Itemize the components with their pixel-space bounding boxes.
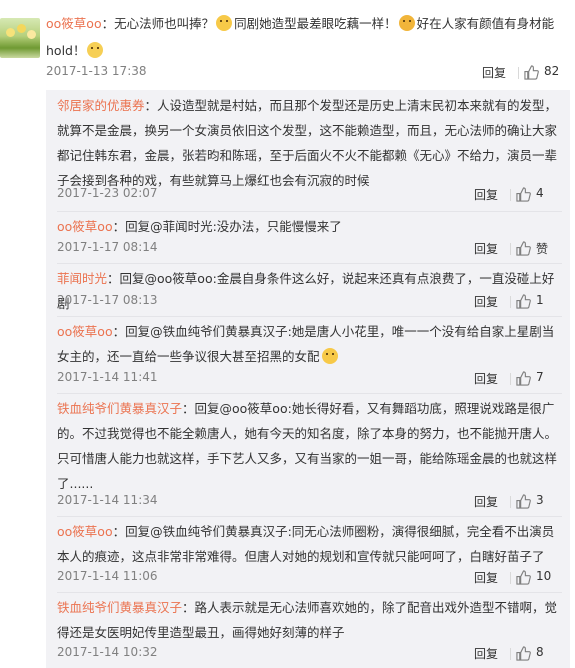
reply-username[interactable]: 菲闻时光: [57, 271, 107, 286]
divider: [510, 373, 511, 385]
like-count: 3: [536, 493, 544, 507]
reply-username[interactable]: 邻居家的优惠券: [57, 98, 145, 113]
avatar[interactable]: [0, 18, 40, 58]
reply-time: 2017-1-14 11:06: [57, 569, 158, 583]
like-count: 82: [544, 64, 560, 78]
reply-button[interactable]: 回复: [474, 645, 498, 662]
reply-username[interactable]: oo筱草oo: [57, 324, 113, 339]
reply-username[interactable]: oo筱草oo: [57, 219, 113, 234]
reply-item: 铁血纯爷们黄暴真汉子：路人表示就是无心法师喜欢她的，除了配音出戏外造型不错啊，觉…: [57, 595, 562, 661]
reply-time: 2017-1-17 08:14: [57, 240, 158, 254]
like-count: 赞: [536, 242, 549, 256]
comment-meta: 2017-1-13 17:38 回复 82: [46, 64, 570, 84]
reply-button[interactable]: 回复: [474, 240, 498, 257]
reply-button[interactable]: 回复: [474, 186, 498, 203]
reply-divider: [57, 516, 562, 517]
divider: [510, 648, 511, 660]
reply-time: 2017-1-23 02:07: [57, 186, 158, 200]
divider: [510, 296, 511, 308]
reply-meta: 2017-1-14 11:41 回复 7: [57, 370, 562, 390]
divider: [510, 243, 511, 255]
reply-divider: [57, 211, 562, 212]
reply-meta: 2017-1-23 02:07 回复 4: [57, 186, 562, 206]
thumbs-up-icon: [516, 494, 531, 509]
reply-meta: 2017-1-14 11:34 回复 3: [57, 493, 562, 513]
reply-button[interactable]: 回复: [474, 493, 498, 510]
reply-item: oo筱草oo：回复@菲闻时光:没办法，只能慢慢来了 2017-1-17 08:1…: [57, 214, 562, 256]
reply-item: oo筱草oo：回复@铁血纯爷们黄暴真汉子:她是唐人小花里，唯一一个没有给自家上星…: [57, 319, 562, 386]
reply-divider: [57, 316, 562, 317]
divider: [510, 572, 511, 584]
like-count: 8: [536, 645, 544, 659]
reply-username[interactable]: oo筱草oo: [57, 524, 113, 539]
avatar-flower-decoration: [27, 30, 36, 39]
like-count: 4: [536, 186, 544, 200]
reply-time: 2017-1-14 11:41: [57, 370, 158, 384]
reply-meta: 2017-1-14 10:32 回复 8: [57, 645, 562, 665]
reply-item: 铁血纯爷们黄暴真汉子：回复@oo筱草oo:她长得好看，又有舞蹈功底，照理说戏路是…: [57, 396, 562, 509]
reply-meta: 2017-1-14 11:06 回复 10: [57, 569, 562, 589]
reply-divider: [57, 393, 562, 394]
thumbs-up-icon: [516, 570, 531, 585]
reply-time: 2017-1-14 10:32: [57, 645, 158, 659]
reply-item: oo筱草oo：回复@铁血纯爷们黄暴真汉子:同无心法师圈粉，演得很细腻，完全看不出…: [57, 519, 562, 585]
comment-thread: oo筱草oo：无心法师也叫捧？ 同剧她造型最差眼吃藕一样！ 好在人家有颜值有身材能h…: [0, 0, 575, 668]
main-comment-text: oo筱草oo：无心法师也叫捧？ 同剧她造型最差眼吃藕一样！ 好在人家有颜值有身材能h…: [46, 10, 570, 64]
thumbs-up-icon: [516, 371, 531, 386]
comment-text-part: 同剧她造型最差眼吃藕一样！: [234, 16, 397, 31]
divider: [510, 189, 511, 201]
thumbs-up-icon: [524, 65, 539, 80]
like-count: 10: [536, 569, 552, 583]
doge-emoji-icon: [398, 15, 415, 31]
reply-button[interactable]: 回复: [482, 64, 506, 81]
reply-text: ：回复@铁血纯爷们黄暴真汉子:她是唐人小花里，唯一一个没有给自家上星剧当女主的，…: [57, 324, 555, 364]
main-comment: oo筱草oo：无心法师也叫捧？ 同剧她造型最差眼吃藕一样！ 好在人家有颜值有身材能h…: [46, 10, 570, 80]
reply-divider: [57, 592, 562, 593]
reply-time: 2017-1-14 11:34: [57, 493, 158, 507]
reply-divider: [57, 263, 562, 264]
hug-emoji-icon: [321, 348, 338, 364]
reply-item: 菲闻时光：回复@oo筱草oo:金晨自身条件这么好，说起来还真有点浪费了，一直没碰…: [57, 266, 562, 316]
reply-button[interactable]: 回复: [474, 293, 498, 310]
reply-username[interactable]: 铁血纯爷们黄暴真汉子: [57, 600, 182, 615]
reply-button[interactable]: 回复: [474, 370, 498, 387]
reply-panel: 邻居家的优惠券：人设造型就是村姑，而且那个发型还是历史上清末民初本来就有的发型，…: [46, 90, 570, 668]
divider: [510, 496, 511, 508]
reply-time: 2017-1-17 08:13: [57, 293, 158, 307]
comment-text-part: ：无心法师也叫捧？: [101, 16, 215, 31]
like-count: 1: [536, 293, 544, 307]
like-count: 7: [536, 370, 544, 384]
reply-button[interactable]: 回复: [474, 569, 498, 586]
comment-username[interactable]: oo筱草oo: [46, 16, 102, 31]
reply-item: 邻居家的优惠券：人设造型就是村姑，而且那个发型还是历史上清末民初本来就有的发型，…: [57, 93, 562, 202]
reply-username[interactable]: 铁血纯爷们黄暴真汉子: [57, 401, 182, 416]
thumbs-up-icon: [516, 294, 531, 309]
avatar-flower-decoration: [6, 28, 15, 37]
hug-emoji-icon: [216, 15, 233, 31]
hmm-emoji-icon: [87, 42, 104, 58]
thumbs-up-icon: [516, 241, 531, 256]
reply-meta: 2017-1-17 08:14 回复 赞: [57, 240, 562, 260]
reply-text: ：回复@铁血纯爷们黄暴真汉子:同无心法师圈粉，演得很细腻，完全看不出演员本人的痕…: [57, 524, 555, 564]
avatar-flower-decoration: [17, 24, 26, 33]
thumbs-up-icon: [516, 646, 531, 661]
thumbs-up-icon: [516, 187, 531, 202]
comment-time: 2017-1-13 17:38: [46, 64, 147, 78]
reply-text: ：回复@菲闻时光:没办法，只能慢慢来了: [112, 219, 342, 234]
reply-meta: 2017-1-17 08:13 回复 1: [57, 293, 562, 313]
divider: [518, 67, 519, 79]
